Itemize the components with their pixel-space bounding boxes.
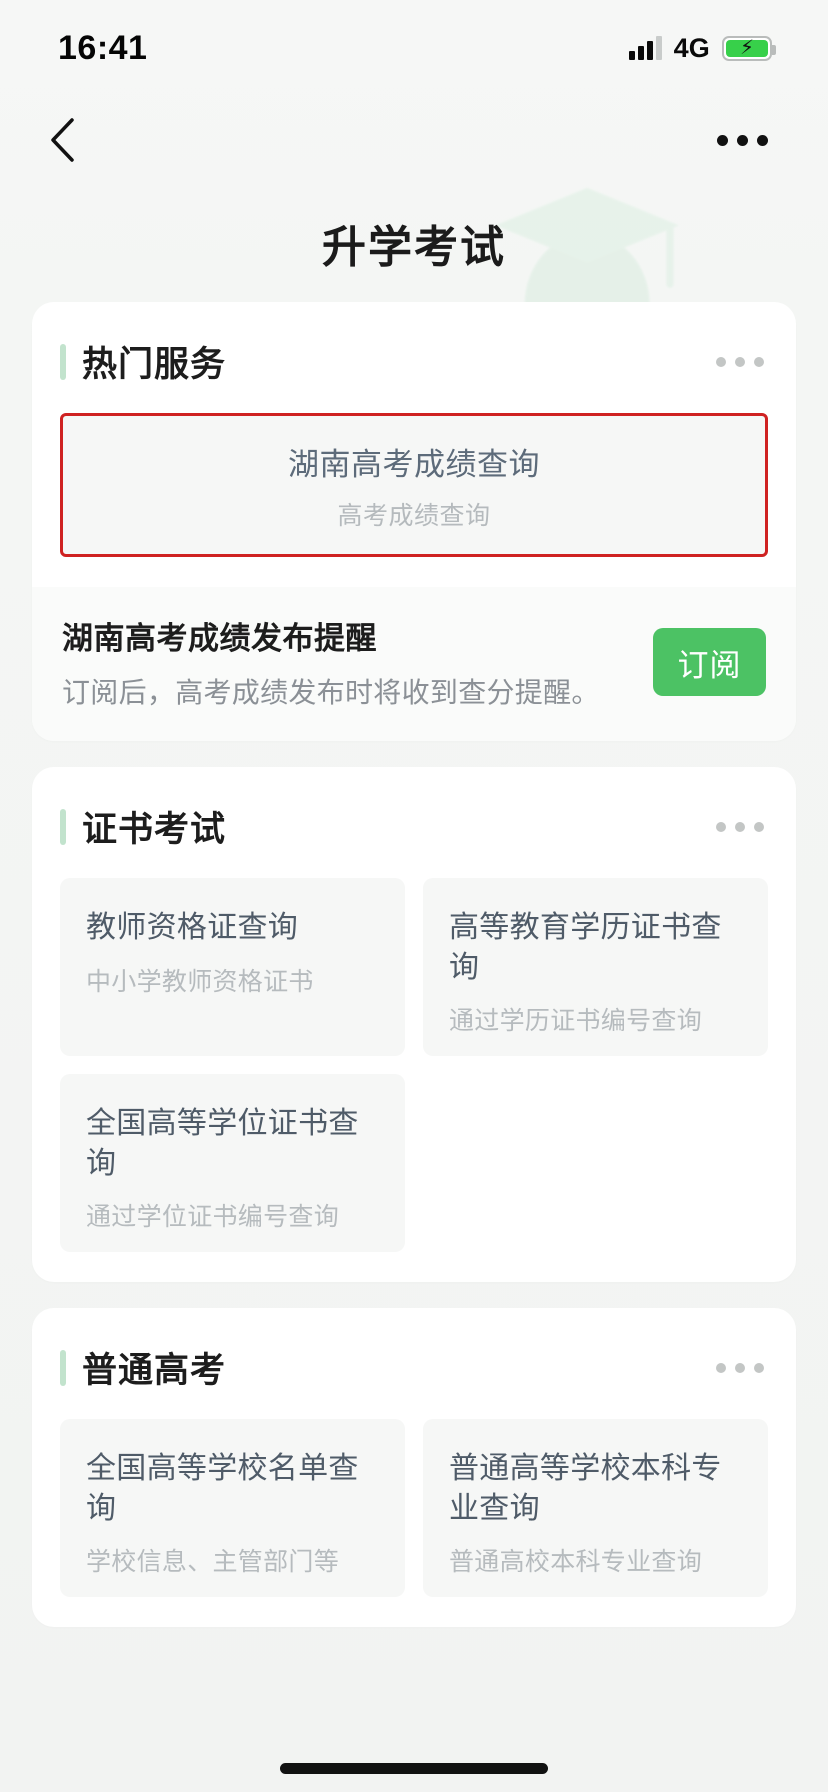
chevron-left-icon (51, 118, 74, 162)
section-header-gaokao: 普通高考 (32, 1342, 796, 1393)
nav-more-button[interactable] (707, 125, 778, 156)
subscribe-title: 湖南高考成绩发布提醒 (62, 621, 377, 656)
back-button[interactable] (34, 112, 90, 168)
hot-service-wrapper: 湖南高考成绩查询 高考成绩查询 (32, 413, 796, 587)
section-header-hot: 热门服务 (32, 336, 796, 387)
more-horizontal-icon (757, 134, 768, 146)
service-tile-subtitle: 普通高校本科专业查询 (449, 1548, 703, 1577)
section-title-hot: 热门服务 (82, 345, 227, 384)
section-title-gaokao: 普通高考 (82, 1351, 227, 1390)
content-scroll[interactable]: 热门服务 湖南高考成绩查询 高考成绩查询 湖南高考成绩发布提醒 订阅后，高考成绩… (0, 302, 828, 1627)
service-tile-title: 湖南高考成绩查询 (288, 446, 540, 482)
page-title: 升学考试 (322, 223, 506, 272)
more-horizontal-icon (754, 356, 764, 367)
service-tile-university-list[interactable]: 全国高等学校名单查询 学校信息、主管部门等 (60, 1419, 405, 1597)
more-horizontal-icon (717, 134, 728, 146)
home-indicator (280, 1763, 548, 1774)
card-certificate-exams: 证书考试 教师资格证查询 中小学教师资格证书 高等教育学历证书查询 通过学历证书… (32, 767, 796, 1282)
nav-bar (0, 96, 828, 184)
service-tile-teacher-certificate[interactable]: 教师资格证查询 中小学教师资格证书 (60, 878, 405, 1056)
more-horizontal-icon (716, 821, 726, 832)
service-tile-title: 全国高等学位证书查询 (86, 1107, 359, 1180)
more-horizontal-icon (735, 1362, 745, 1373)
more-horizontal-icon (716, 356, 726, 367)
more-horizontal-icon (735, 821, 745, 832)
status-indicators: 4G ⚡ (628, 32, 776, 64)
signal-bars-icon (628, 36, 662, 60)
service-tile-undergraduate-major[interactable]: 普通高等学校本科专业查询 普通高校本科专业查询 (423, 1419, 768, 1597)
section-more-button-gaokao[interactable] (714, 1355, 766, 1381)
subscribe-button[interactable]: 订阅 (653, 628, 766, 696)
service-tile-title: 教师资格证查询 (86, 911, 299, 944)
service-grid-gaokao: 全国高等学校名单查询 学校信息、主管部门等 普通高等学校本科专业查询 普通高校本… (32, 1419, 796, 1627)
service-tile-title: 高等教育学历证书查询 (449, 911, 722, 984)
network-type-label: 4G (673, 32, 710, 63)
section-more-button-certificate[interactable] (714, 814, 766, 840)
page-header: 升学考试 (0, 184, 828, 376)
service-tile-higher-education-diploma[interactable]: 高等教育学历证书查询 通过学历证书编号查询 (423, 878, 768, 1056)
status-time: 16:41 (58, 28, 148, 67)
service-tile-subtitle: 中小学教师资格证书 (86, 967, 314, 996)
status-bar: 16:41 4G ⚡ (0, 0, 828, 96)
service-tile-subtitle: 高考成绩查询 (337, 501, 491, 530)
more-horizontal-icon (716, 1362, 726, 1373)
phone-screen: 16:41 4G ⚡ 升学考试 热门服务 湖南高考成绩查询 高考成绩查询 湖南高… (0, 0, 828, 1792)
section-accent-bar (60, 1349, 66, 1386)
battery-charging-icon: ⚡ (722, 35, 776, 61)
service-tile-title: 全国高等学校名单查询 (86, 1452, 359, 1525)
service-tile-degree-certificate[interactable]: 全国高等学位证书查询 通过学位证书编号查询 (60, 1074, 405, 1252)
service-tile-subtitle: 通过学历证书编号查询 (449, 1007, 703, 1036)
more-horizontal-icon (737, 134, 748, 146)
section-header-certificate: 证书考试 (32, 801, 796, 852)
service-grid-certificate: 教师资格证查询 中小学教师资格证书 高等教育学历证书查询 通过学历证书编号查询 … (32, 878, 796, 1282)
subscribe-description: 订阅后，高考成绩发布时将收到查分提醒。 (62, 677, 600, 708)
section-accent-bar (60, 343, 66, 380)
more-horizontal-icon (735, 356, 745, 367)
more-horizontal-icon (754, 821, 764, 832)
card-regular-gaokao: 普通高考 全国高等学校名单查询 学校信息、主管部门等 普通高等学校本科专业查询 … (32, 1308, 796, 1627)
service-tile-hunan-gaokao-score[interactable]: 湖南高考成绩查询 高考成绩查询 (60, 413, 768, 557)
service-tile-title: 普通高等学校本科专业查询 (449, 1452, 722, 1525)
section-title-certificate: 证书考试 (82, 810, 227, 849)
section-more-button-hot[interactable] (714, 349, 766, 375)
service-tile-subtitle: 学校信息、主管部门等 (86, 1548, 340, 1577)
more-horizontal-icon (754, 1362, 764, 1373)
service-grid-filler (423, 1074, 768, 1252)
card-hot-services: 热门服务 湖南高考成绩查询 高考成绩查询 湖南高考成绩发布提醒 订阅后，高考成绩… (32, 302, 796, 741)
service-tile-subtitle: 通过学位证书编号查询 (86, 1203, 340, 1232)
section-accent-bar (60, 808, 66, 845)
subscribe-row: 湖南高考成绩发布提醒 订阅后，高考成绩发布时将收到查分提醒。 订阅 (32, 587, 796, 741)
